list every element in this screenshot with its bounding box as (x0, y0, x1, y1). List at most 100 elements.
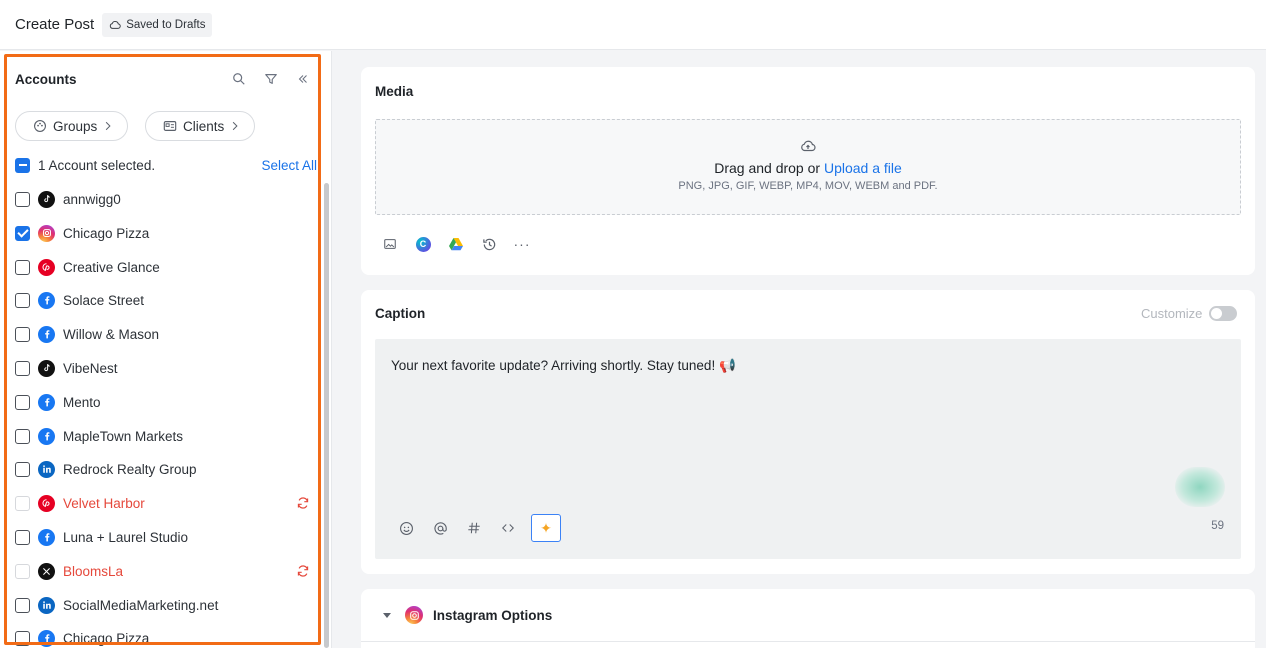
account-row[interactable]: Mento (15, 392, 310, 412)
reconnect-icon[interactable] (296, 496, 310, 510)
account-row[interactable]: Luna + Laurel Studio (15, 527, 310, 547)
search-icon[interactable] (232, 72, 246, 89)
draft-status-text: Saved to Drafts (126, 18, 206, 31)
mention-icon[interactable] (432, 520, 448, 536)
facebook-icon (38, 629, 55, 647)
clients-label: Clients (183, 118, 225, 134)
select-all-link[interactable]: Select All (261, 158, 317, 173)
account-row[interactable]: Willow & Mason (15, 324, 310, 344)
more-options-icon[interactable]: ··· (514, 236, 530, 252)
facebook-icon (38, 528, 55, 546)
pinterest-icon (38, 258, 55, 276)
account-name: Chicago Pizza (63, 630, 150, 646)
account-name: BloomsLa (63, 563, 124, 579)
account-row[interactable]: annwigg0 (15, 189, 310, 209)
account-checkbox[interactable] (15, 292, 30, 308)
account-row[interactable]: Velvet Harbor (15, 493, 310, 513)
account-name: Velvet Harbor (63, 495, 145, 511)
google-drive-icon[interactable] (448, 236, 464, 252)
caret-down-icon (383, 612, 391, 618)
customize-switch[interactable] (1209, 306, 1238, 321)
pinterest-icon (38, 494, 55, 512)
account-checkbox[interactable] (15, 428, 30, 444)
image-gallery-icon[interactable] (382, 236, 398, 252)
caption-editor[interactable]: Your next favorite update? Arriving shor… (375, 339, 1241, 559)
accounts-heading: Accounts (15, 72, 77, 87)
instagram-options-card: Instagram Options (361, 589, 1255, 648)
account-row[interactable]: Creative Glance (15, 257, 310, 277)
account-checkbox[interactable] (15, 563, 30, 579)
code-icon[interactable] (500, 520, 516, 536)
account-row[interactable]: Chicago Pizza (15, 628, 310, 648)
account-checkbox[interactable] (15, 495, 30, 511)
filter-icon[interactable] (264, 72, 278, 89)
account-checkbox[interactable] (15, 326, 30, 342)
account-name: Creative Glance (63, 259, 160, 275)
account-row[interactable]: Redrock Realty Group (15, 459, 310, 479)
account-name: Willow & Mason (63, 326, 160, 342)
account-checkbox[interactable] (15, 191, 30, 207)
divider (361, 641, 1255, 642)
groups-icon (34, 120, 46, 132)
ai-assist-button[interactable]: ✦ (531, 514, 561, 542)
character-count: 59 (1211, 520, 1224, 532)
page-title: Create Post (15, 16, 95, 33)
account-name: Luna + Laurel Studio (63, 529, 188, 545)
caption-toolbar: ✦ (398, 514, 561, 542)
account-row[interactable]: Chicago Pizza (15, 223, 310, 243)
instagram-icon (405, 606, 423, 624)
facebook-icon (38, 427, 55, 445)
sidebar-scrollbar[interactable] (324, 183, 329, 648)
customize-toggle[interactable]: Customize (1141, 306, 1238, 321)
facebook-icon (38, 291, 55, 309)
reconnect-icon[interactable] (296, 564, 310, 578)
emoji-icon[interactable] (398, 520, 414, 536)
supported-formats-text: PNG, JPG, GIF, WEBP, MP4, MOV, WEBM and … (678, 180, 938, 192)
account-name: VibeNest (63, 360, 118, 376)
accounts-tools (232, 72, 310, 89)
account-checkbox[interactable] (15, 630, 30, 646)
account-name: MapleTown Markets (63, 428, 184, 444)
account-name: Chicago Pizza (63, 225, 150, 241)
account-checkbox[interactable] (15, 461, 30, 477)
account-checkbox[interactable] (15, 259, 30, 275)
chevron-right-icon (233, 121, 238, 131)
linkedin-icon (38, 596, 55, 614)
history-icon[interactable] (481, 236, 497, 252)
select-indeterminate-checkbox[interactable] (15, 157, 30, 173)
media-dropzone[interactable]: Drag and drop or Upload a file PNG, JPG,… (375, 119, 1241, 215)
account-row[interactable]: SocialMediaMarketing.net (15, 595, 310, 615)
instagram-icon (38, 224, 55, 242)
sparkle-icon: ✦ (540, 519, 552, 536)
canva-icon[interactable]: C (415, 236, 431, 252)
account-checkbox[interactable] (15, 394, 30, 410)
clients-button[interactable]: Clients (145, 111, 256, 141)
x-icon (38, 562, 55, 580)
account-row[interactable]: VibeNest (15, 358, 310, 378)
chevron-right-icon (106, 121, 111, 131)
drag-drop-text: Drag and drop or (714, 160, 824, 176)
account-checkbox[interactable] (15, 597, 30, 613)
selected-count-text: 1 Account selected. (38, 157, 156, 173)
instagram-options-toggle[interactable]: Instagram Options (383, 606, 552, 624)
linkedin-icon (38, 460, 55, 478)
customize-label: Customize (1141, 306, 1203, 321)
selection-summary: 1 Account selected. Select All (15, 156, 317, 174)
caption-title: Caption (375, 306, 426, 321)
id-card-icon (163, 121, 177, 131)
account-checkbox[interactable] (15, 529, 30, 545)
account-row[interactable]: MapleTown Markets (15, 426, 310, 446)
groups-button[interactable]: Groups (15, 111, 129, 141)
top-bar: Create Post Saved to Drafts (0, 0, 1266, 50)
hashtag-icon[interactable] (466, 520, 482, 536)
account-checkbox[interactable] (15, 225, 30, 241)
tiktok-icon (38, 359, 55, 377)
account-checkbox[interactable] (15, 360, 30, 376)
account-row[interactable]: BloomsLa (15, 561, 310, 581)
account-row[interactable]: Solace Street (15, 290, 310, 310)
caption-text[interactable]: Your next favorite update? Arriving shor… (391, 358, 736, 374)
cloud-icon (110, 20, 121, 29)
draft-status-badge: Saved to Drafts (102, 12, 213, 37)
upload-file-link[interactable]: Upload a file (824, 160, 902, 176)
collapse-icon[interactable] (296, 72, 310, 89)
